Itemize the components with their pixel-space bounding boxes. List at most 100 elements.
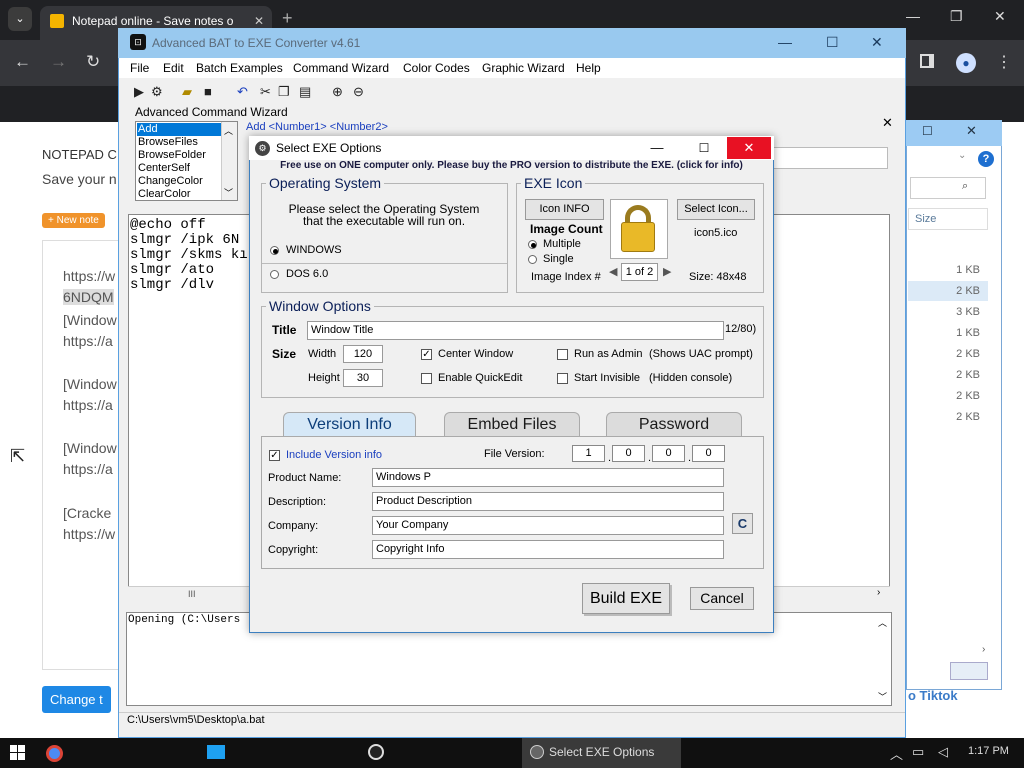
single-radio-label[interactable]: Single	[543, 253, 574, 265]
copyright-symbol-button[interactable]: C	[732, 513, 753, 534]
center-window-checkbox[interactable]: ✓	[421, 349, 432, 360]
height-input[interactable]: 30	[343, 369, 383, 387]
scrollbar-thumb[interactable]: III	[188, 589, 196, 599]
explorer-maximize-icon[interactable]: ☐	[922, 124, 933, 138]
new-tab-button[interactable]: +	[282, 8, 293, 29]
explorer-close-icon[interactable]: ✕	[966, 123, 977, 139]
menu-edit[interactable]: Edit	[163, 61, 184, 75]
scroll-right-icon[interactable]: ›	[982, 644, 985, 655]
cut-icon[interactable]: ✂	[260, 84, 271, 100]
minimize-icon[interactable]: —	[906, 8, 920, 24]
forward-arrow-icon[interactable]: →	[50, 52, 67, 72]
build-gear-icon[interactable]: ⚙	[151, 84, 163, 100]
list-item[interactable]: Add	[137, 123, 221, 136]
dos-radio-label[interactable]: DOS 6.0	[286, 268, 328, 280]
multiple-radio-label[interactable]: Multiple	[543, 238, 581, 250]
scroll-up-icon[interactable]: ︿	[878, 616, 887, 629]
network-icon[interactable]: ▭	[912, 744, 924, 760]
file-version-major-input[interactable]: 1	[572, 445, 605, 462]
run-as-admin-label[interactable]: Run as Admin	[574, 348, 642, 360]
window-title-input[interactable]: Window Title	[307, 321, 724, 340]
list-item[interactable]: ChangeColor	[137, 175, 221, 188]
windows-start-icon[interactable]	[10, 745, 26, 761]
tab-search-button[interactable]: ⌄	[8, 7, 32, 31]
wizard-close-icon[interactable]: ✕	[882, 115, 893, 131]
quick-edit-label[interactable]: Enable QuickEdit	[438, 372, 522, 384]
next-image-icon[interactable]: ▶	[663, 265, 671, 278]
tab-password[interactable]: Password	[606, 412, 742, 436]
kebab-menu-icon[interactable]: ⋮	[996, 52, 1012, 72]
copy-icon[interactable]: ❐	[278, 84, 290, 100]
build-exe-button[interactable]: Build EXE	[582, 583, 670, 614]
menu-color-codes[interactable]: Color Codes	[403, 61, 470, 75]
icon-info-button[interactable]: Icon INFO	[525, 199, 604, 220]
single-radio[interactable]	[528, 255, 537, 264]
tab-embed-files[interactable]: Embed Files	[444, 412, 580, 436]
list-item[interactable]: ClearColor	[137, 188, 221, 201]
restore-icon[interactable]: ❐	[950, 8, 963, 25]
tiktok-link[interactable]: o Tiktok	[908, 688, 958, 703]
previous-image-icon[interactable]: ◀	[609, 265, 617, 278]
windows-radio-label[interactable]: WINDOWS	[286, 244, 342, 256]
product-name-input[interactable]: Windows P	[372, 468, 724, 487]
chrome-taskbar-icon[interactable]	[46, 745, 63, 762]
start-invisible-label[interactable]: Start Invisible	[574, 372, 640, 384]
menu-batch-examples[interactable]: Batch Examples	[196, 61, 283, 75]
new-note-button[interactable]: + New note	[42, 213, 105, 228]
close-icon[interactable]: ✕	[994, 8, 1006, 25]
scroll-down-icon[interactable]: ﹀	[878, 690, 887, 703]
view-toggle-icon[interactable]	[950, 662, 988, 680]
back-arrow-icon[interactable]: ←	[14, 52, 31, 72]
menu-help[interactable]: Help	[576, 61, 601, 75]
run-icon[interactable]: ▶	[134, 84, 144, 100]
side-panel-icon[interactable]	[920, 54, 934, 68]
help-icon[interactable]: ?	[978, 151, 994, 167]
include-version-label[interactable]: Include Version info	[286, 449, 382, 461]
tray-chevron-up-icon[interactable]: ︿	[890, 744, 903, 763]
wizard-parameter-input[interactable]	[770, 147, 888, 169]
tab-version-info[interactable]: Version Info	[283, 412, 416, 436]
run-as-admin-checkbox[interactable]	[557, 349, 568, 360]
list-item[interactable]: BrowseFiles	[137, 136, 221, 149]
file-version-build-input[interactable]: 0	[652, 445, 685, 462]
list-item[interactable]: CenterSelf	[137, 162, 221, 175]
dos-radio[interactable]	[270, 270, 279, 279]
explorer-search-input[interactable]	[910, 177, 986, 199]
menu-graphic-wizard[interactable]: Graphic Wizard	[482, 61, 565, 75]
profile-avatar-icon[interactable]: ●	[956, 53, 976, 73]
file-version-minor-input[interactable]: 0	[612, 445, 645, 462]
undo-icon[interactable]: ↶	[237, 84, 248, 100]
minimize-icon[interactable]: —	[778, 34, 792, 50]
paste-icon[interactable]: ▤	[299, 84, 311, 100]
scroll-right-icon[interactable]: ›	[877, 587, 880, 598]
reload-icon[interactable]: ↻	[86, 52, 100, 72]
scroll-up-icon[interactable]: ︿	[224, 124, 233, 137]
quick-edit-checkbox[interactable]	[421, 373, 432, 384]
description-input[interactable]: Product Description	[372, 492, 724, 511]
menu-file[interactable]: File	[130, 61, 149, 75]
scroll-down-icon[interactable]: ﹀	[224, 186, 233, 199]
bat-converter-taskbar-icon[interactable]	[368, 744, 384, 760]
dialog-close-icon[interactable]: ✕	[727, 137, 771, 159]
save-icon[interactable]: ■	[204, 84, 212, 99]
open-folder-icon[interactable]: ▰	[182, 84, 192, 100]
center-window-label[interactable]: Center Window	[438, 348, 513, 360]
width-input[interactable]: 120	[343, 345, 383, 363]
company-input[interactable]: Your Company	[372, 516, 724, 535]
dialog-minimize-icon[interactable]: —	[634, 137, 680, 159]
copyright-input[interactable]: Copyright Info	[372, 540, 724, 559]
size-column-header[interactable]: Size	[908, 208, 988, 230]
desktop-app-taskbar-icon[interactable]	[207, 745, 225, 759]
cancel-button[interactable]: Cancel	[690, 587, 754, 610]
close-icon[interactable]: ✕	[871, 34, 883, 51]
zoom-out-icon[interactable]: ⊖	[353, 84, 364, 100]
start-invisible-checkbox[interactable]	[557, 373, 568, 384]
file-version-revision-input[interactable]: 0	[692, 445, 725, 462]
volume-icon[interactable]: ◁	[938, 744, 948, 760]
zoom-in-icon[interactable]: ⊕	[332, 84, 343, 100]
dialog-maximize-icon[interactable]: ☐	[682, 137, 726, 159]
windows-radio[interactable]	[270, 246, 279, 255]
license-notice-link[interactable]: Free use on ONE computer only. Please bu…	[252, 160, 771, 174]
select-icon-button[interactable]: Select Icon...	[677, 199, 755, 220]
taskbar-clock[interactable]: 1:17 PM	[968, 745, 1018, 757]
